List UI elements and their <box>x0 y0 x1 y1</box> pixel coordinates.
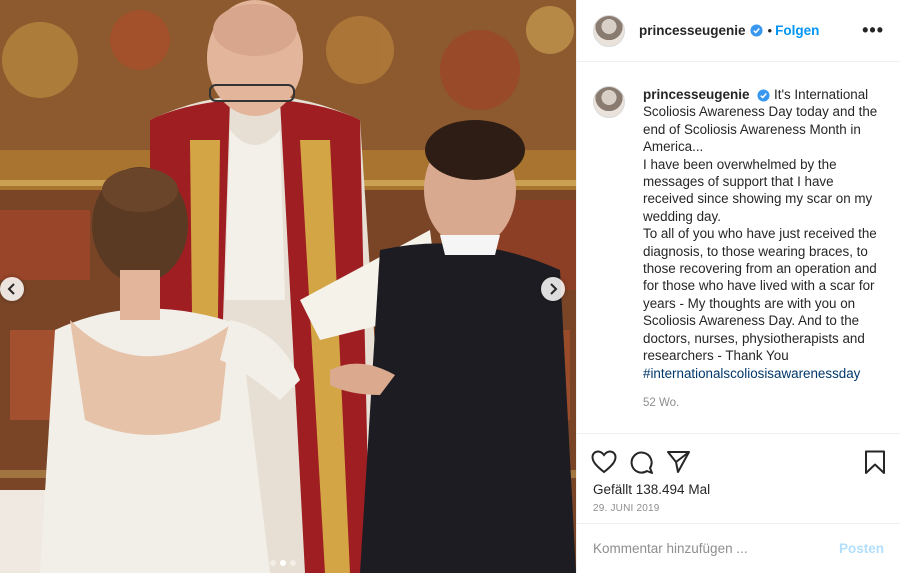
hashtag-link[interactable]: #internationalscoliosisawarenessday <box>643 366 860 381</box>
post-photo[interactable] <box>0 0 576 573</box>
carousel-prev-button[interactable] <box>0 277 24 301</box>
caption-avatar[interactable] <box>593 86 625 118</box>
comment-icon <box>630 451 653 474</box>
comment-button[interactable] <box>629 450 654 475</box>
paper-plane-icon <box>667 451 690 473</box>
share-button[interactable] <box>666 450 691 474</box>
carousel-dot-active <box>280 560 286 566</box>
verified-badge-icon <box>750 24 763 37</box>
comment-form: Posten <box>577 523 900 573</box>
comment-input[interactable] <box>593 541 839 556</box>
caption-time-ago[interactable]: 52 Wo. <box>643 395 884 412</box>
carousel-next-button[interactable] <box>541 277 565 301</box>
carousel-indicator <box>270 560 296 566</box>
post-sidebar: princesseugenie • Folgen ••• princesseug… <box>576 0 900 573</box>
post-header: princesseugenie • Folgen ••• <box>577 0 900 62</box>
separator-dot: • <box>767 23 773 38</box>
wedding-photo-illustration <box>0 0 576 573</box>
likes-count[interactable]: Gefällt 138.494 Mal <box>577 480 900 497</box>
caption-username[interactable]: princesseugenie <box>643 87 750 102</box>
save-button[interactable] <box>864 450 886 475</box>
post-date[interactable]: 29. JUNI 2019 <box>577 497 900 514</box>
post-comment-button[interactable]: Posten <box>839 541 884 556</box>
caption-body: princesseugenie It's International Scoli… <box>643 86 884 433</box>
carousel-dot <box>290 560 296 566</box>
chevron-left-icon <box>7 283 15 295</box>
caption-section: princesseugenie It's International Scoli… <box>577 62 900 434</box>
caption-text: It's International Scoliosis Awareness D… <box>643 87 878 364</box>
follow-button[interactable]: Folgen <box>775 23 819 38</box>
header-username[interactable]: princesseugenie <box>639 23 746 38</box>
like-button[interactable] <box>591 450 617 474</box>
chevron-right-icon <box>550 283 558 295</box>
bookmark-icon <box>865 450 885 474</box>
carousel-dot <box>270 560 276 566</box>
action-bar <box>577 434 900 480</box>
verified-badge-icon <box>757 89 770 102</box>
more-options-button[interactable]: ••• <box>862 20 884 41</box>
avatar[interactable] <box>593 14 625 47</box>
heart-icon <box>591 450 617 474</box>
